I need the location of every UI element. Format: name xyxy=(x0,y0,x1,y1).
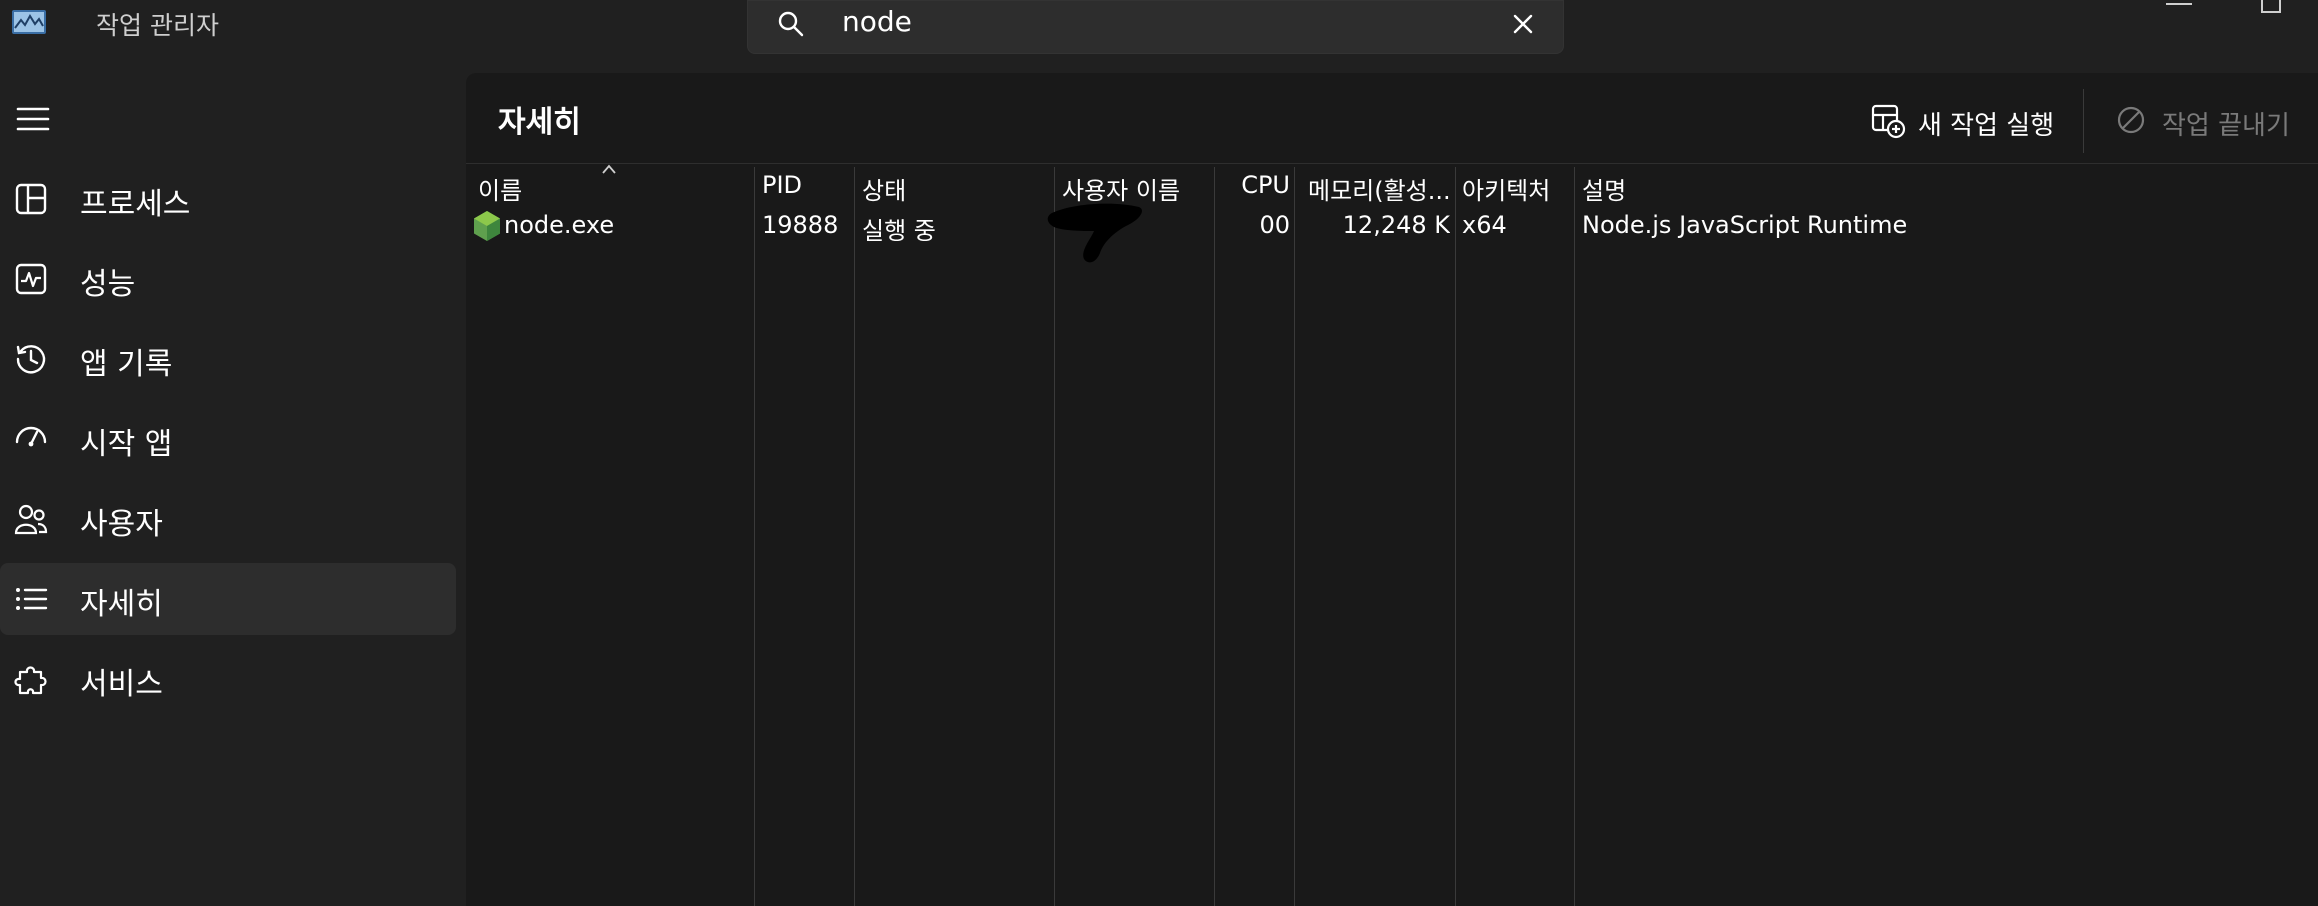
column-separator[interactable] xyxy=(1214,167,1215,906)
minimize-icon[interactable] xyxy=(2166,0,2192,8)
sidebar-item-startup-apps[interactable]: 시작 앱 xyxy=(0,403,456,475)
toolbar-divider xyxy=(2083,89,2084,153)
performance-icon xyxy=(15,263,47,295)
sidebar-item-label: 시작 앱 xyxy=(80,427,173,462)
app-history-icon xyxy=(16,345,46,374)
column-separator[interactable] xyxy=(1294,167,1295,906)
startup-apps-icon xyxy=(15,426,47,447)
column-header-status[interactable]: 상태 xyxy=(862,171,1050,206)
users-icon xyxy=(14,504,48,535)
cell-status: 실행 중 xyxy=(862,217,936,245)
column-separator[interactable] xyxy=(1574,167,1575,906)
sidebar-item-users[interactable]: 사용자 xyxy=(0,483,456,555)
column-header-description[interactable]: 설명 xyxy=(1582,171,1882,206)
maximize-icon[interactable] xyxy=(2260,0,2282,14)
column-separator[interactable] xyxy=(854,167,855,906)
cell-description: Node.js JavaScript Runtime xyxy=(1582,211,1908,239)
sidebar-item-details[interactable]: 자세히 xyxy=(0,563,456,635)
end-task-label: 작업 끝내기 xyxy=(2162,111,2290,141)
column-separator[interactable] xyxy=(1455,167,1456,906)
close-icon[interactable] xyxy=(1508,9,1538,39)
column-header-name[interactable]: 이름 xyxy=(478,171,748,206)
sidebar-item-label: 사용자 xyxy=(80,507,163,542)
search-icon xyxy=(778,11,804,37)
run-new-task-icon xyxy=(1871,104,1906,139)
column-separator[interactable] xyxy=(1054,167,1055,906)
cell-memory: 12,248 K xyxy=(1342,211,1450,239)
hamburger-menu-icon[interactable] xyxy=(16,105,50,133)
page-title: 자세히 xyxy=(498,105,581,140)
sidebar-item-label: 자세히 xyxy=(80,587,163,622)
details-icon xyxy=(16,588,48,610)
prohibit-icon xyxy=(2117,106,2145,134)
sidebar-item-performance[interactable]: 성능 xyxy=(0,243,456,315)
sidebar-item-app-history[interactable]: 앱 기록 xyxy=(0,323,456,395)
toolbar-separator xyxy=(466,163,2318,164)
cell-architecture: x64 xyxy=(1462,211,1507,239)
column-separator[interactable] xyxy=(754,167,755,906)
details-panel: 자세히 새 작업 실행 작업 끝내기 이름 PID 상태 사용자 이름 CPU … xyxy=(466,73,2318,906)
sidebar-item-processes[interactable]: 프로세스 xyxy=(0,163,456,235)
node-process-icon xyxy=(474,211,500,241)
puzzle-icon xyxy=(14,666,47,695)
sidebar-item-label: 성능 xyxy=(80,267,136,302)
column-header-cpu[interactable]: CPU xyxy=(1218,171,1290,199)
column-header-architecture[interactable]: 아키텍처 xyxy=(1462,171,1570,206)
column-header-memory[interactable]: 메모리(활성... xyxy=(1308,171,1452,206)
cell-cpu: 00 xyxy=(1259,211,1290,239)
task-manager-logo-icon xyxy=(12,10,46,34)
sidebar-item-services[interactable]: 서비스 xyxy=(0,643,456,715)
search-input[interactable]: node xyxy=(842,5,912,38)
processes-icon xyxy=(15,183,47,215)
app-title: 작업 관리자 xyxy=(96,11,219,40)
sidebar-item-label: 앱 기록 xyxy=(80,347,173,382)
cell-name: node.exe xyxy=(504,211,615,239)
cell-pid: 19888 xyxy=(762,211,839,239)
search-box[interactable]: node xyxy=(747,0,1564,54)
run-new-task-label: 새 작업 실행 xyxy=(1918,111,2055,141)
sidebar-item-label: 프로세스 xyxy=(80,187,191,222)
redaction-mark xyxy=(1047,203,1142,263)
sidebar-item-label: 서비스 xyxy=(80,667,163,702)
column-header-pid[interactable]: PID xyxy=(762,171,850,199)
